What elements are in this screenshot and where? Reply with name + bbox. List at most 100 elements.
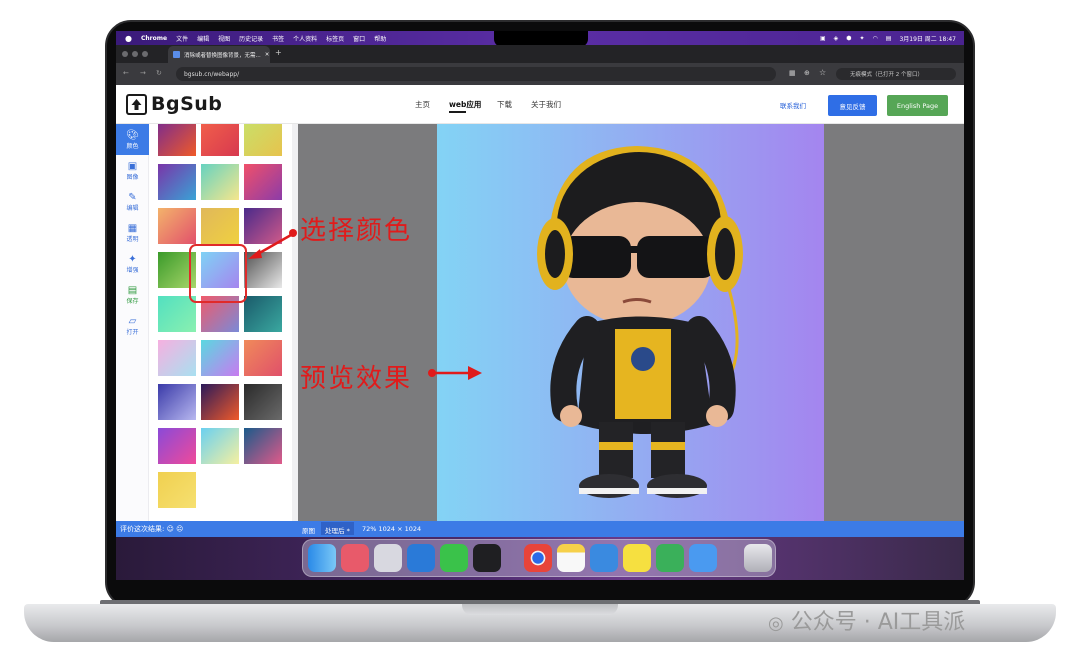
color-swatch[interactable]: [158, 296, 196, 332]
nav-download[interactable]: 下载: [497, 99, 512, 110]
status-icon[interactable]: ▣: [820, 35, 826, 42]
processed-view-toggle[interactable]: 处理后 *: [321, 522, 354, 535]
sidebar-item-color[interactable]: 🎨︎ 颜色: [116, 124, 149, 155]
frown-icon[interactable]: ☹: [176, 525, 183, 533]
window-zoom-button[interactable]: [142, 51, 148, 57]
feedback-button[interactable]: 意见反馈: [828, 95, 877, 116]
new-tab-icon[interactable]: +: [275, 48, 282, 57]
address-text: bgsub.cn/webapp/: [184, 70, 240, 78]
logo-text: BgSub: [151, 93, 223, 115]
back-icon[interactable]: ←: [123, 69, 129, 77]
menubar-clock[interactable]: 3月19日 周二 18:47: [899, 34, 956, 43]
sidebar-item-image[interactable]: ▣ 图像: [116, 155, 149, 186]
color-swatch[interactable]: [244, 124, 282, 156]
color-swatch[interactable]: [158, 340, 196, 376]
zoom-icon[interactable]: ⊕: [804, 69, 810, 77]
menu-item[interactable]: Chrome: [141, 35, 167, 42]
window-minimize-button[interactable]: [132, 51, 138, 57]
vscode-icon[interactable]: [407, 544, 435, 572]
nav-active-indicator: [449, 111, 466, 113]
contact-link[interactable]: 联系我们: [780, 100, 806, 110]
sidebar-item-label: 增强: [126, 266, 139, 274]
sidebar-item-enhance[interactable]: ✦ 增强: [116, 248, 149, 279]
color-swatch[interactable]: [158, 384, 196, 420]
color-swatch[interactable]: [244, 428, 282, 464]
chrome-icon[interactable]: [524, 544, 552, 572]
site-logo[interactable]: BgSub: [126, 93, 222, 115]
menu-item[interactable]: 编辑: [197, 34, 209, 43]
qr-code-icon[interactable]: ▦: [789, 69, 796, 77]
sunlight-app-icon[interactable]: [341, 544, 369, 572]
color-swatch[interactable]: [244, 340, 282, 376]
color-swatch[interactable]: [244, 164, 282, 200]
original-view-toggle[interactable]: 原图: [302, 525, 315, 535]
english-page-button[interactable]: English Page: [887, 95, 948, 116]
annotation-select-color: 选择颜色: [300, 216, 413, 246]
status-icon[interactable]: ✦: [859, 35, 864, 42]
color-swatch[interactable]: [201, 428, 239, 464]
finder-icon[interactable]: [308, 544, 336, 572]
bookmark-star-icon[interactable]: ☆: [819, 68, 826, 77]
notes-icon[interactable]: [557, 544, 585, 572]
sidebar-item-edit[interactable]: ✎ 编辑: [116, 186, 149, 217]
color-swatch[interactable]: [201, 164, 239, 200]
sidebar-item-open[interactable]: ▱ 打开: [116, 310, 149, 341]
address-bar[interactable]: bgsub.cn/webapp/: [176, 67, 776, 81]
app-icon[interactable]: [656, 544, 684, 572]
apple-menu-icon[interactable]: ●: [125, 34, 132, 43]
wechat-icon[interactable]: [440, 544, 468, 572]
save-icon: ▤: [127, 284, 138, 296]
color-swatch[interactable]: [201, 384, 239, 420]
menu-item[interactable]: 历史记录: [239, 34, 263, 43]
reload-icon[interactable]: ↻: [156, 69, 162, 77]
nav-about[interactable]: 关于我们: [531, 99, 561, 110]
color-swatch[interactable]: [201, 124, 239, 156]
sidebar-item-label: 打开: [126, 328, 139, 336]
nav-webapp[interactable]: web应用: [449, 99, 481, 110]
menu-item[interactable]: 窗口: [353, 34, 365, 43]
incognito-indicator[interactable]: 无痕模式（已打开 2 个窗口）: [836, 68, 956, 80]
browser-tab[interactable]: 消除或者替换图像背景，无需... ✕: [168, 46, 270, 63]
color-swatch[interactable]: [158, 428, 196, 464]
launchpad-icon[interactable]: [374, 544, 402, 572]
color-swatch[interactable]: [244, 384, 282, 420]
smile-icon[interactable]: ☺: [167, 525, 174, 533]
nav-home[interactable]: 主页: [415, 99, 430, 110]
menu-item[interactable]: 帮助: [374, 34, 386, 43]
menu-item[interactable]: 文件: [176, 34, 188, 43]
sidebar-item-save[interactable]: ▤ 保存: [116, 279, 149, 310]
color-swatch[interactable]: [158, 124, 196, 156]
palette-icon: 🎨︎: [126, 129, 139, 141]
status-bar: [116, 521, 964, 537]
status-icon[interactable]: ⬢: [846, 35, 851, 42]
color-swatch[interactable]: [158, 208, 196, 244]
sidebar-item-transparent[interactable]: ▦ 透明: [116, 217, 149, 248]
preview-canvas[interactable]: [437, 124, 824, 521]
forward-icon[interactable]: →: [140, 69, 146, 77]
xcode-tools-icon[interactable]: [590, 544, 618, 572]
transparency-grid-icon: ▦: [127, 222, 138, 234]
incognito-label: 无痕模式（已打开 2 个窗口）: [850, 72, 923, 78]
status-icon[interactable]: ◈: [834, 35, 839, 42]
feishu-icon[interactable]: [689, 544, 717, 572]
color-swatch[interactable]: [201, 208, 239, 244]
deepl-icon[interactable]: [473, 544, 501, 572]
menu-item[interactable]: 视图: [218, 34, 230, 43]
menu-item[interactable]: 书签: [272, 34, 284, 43]
menu-item[interactable]: 标签页: [326, 34, 344, 43]
rate-result: 评价这次结果: ☺ ☹: [120, 524, 183, 534]
trash-icon[interactable]: [744, 544, 772, 572]
menu-item[interactable]: 个人资料: [293, 34, 317, 43]
control-center-icon[interactable]: ▤: [886, 35, 892, 42]
image-icon: ▣: [127, 160, 138, 172]
sidebar-item-label: 保存: [126, 297, 139, 305]
color-swatch[interactable]: [158, 472, 196, 508]
window-close-button[interactable]: [122, 51, 128, 57]
color-swatch[interactable]: [158, 164, 196, 200]
arrow-to-preview-icon: [428, 366, 482, 380]
color-swatch[interactable]: [201, 340, 239, 376]
app-icon[interactable]: [623, 544, 651, 572]
color-swatch[interactable]: [244, 296, 282, 332]
tab-close-icon[interactable]: ✕: [265, 52, 270, 58]
wifi-icon[interactable]: ◠: [873, 35, 878, 42]
